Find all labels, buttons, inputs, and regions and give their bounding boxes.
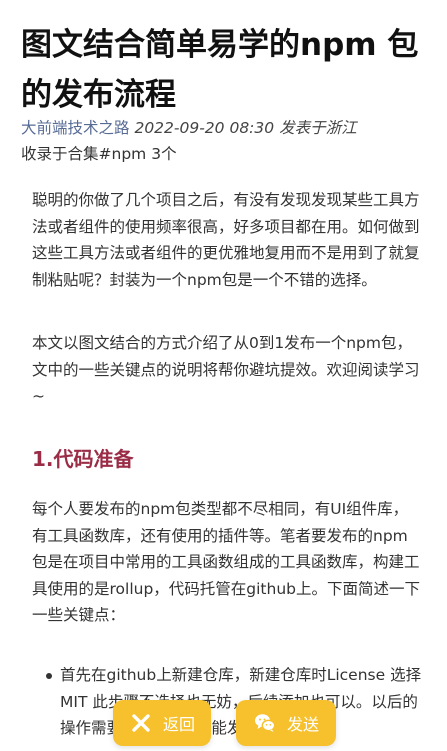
- back-button[interactable]: 返回: [113, 700, 211, 746]
- collection-prefix: 收录于合集: [21, 145, 99, 163]
- section-heading: 1.代码准备: [32, 447, 134, 471]
- send-button[interactable]: 发送: [236, 700, 336, 746]
- intro-paragraph-1: 聪明的你做了几个项目之后，有没有发现发现某些工具方法或者组件的使用频率很高，好多…: [32, 191, 420, 289]
- article-meta: 大前端技术之路 2022-09-20 08:30 发表于浙江: [21, 116, 441, 140]
- bullet-list: 首先在github上新建仓库，新建仓库时License 选择MIT 此步骤不选择…: [32, 662, 422, 742]
- article-title: 图文结合简单易学的npm 包的发布流程: [21, 27, 419, 113]
- intro-paragraph-2: 本文以图文结合的方式介绍了从0到1发布一个npm包，文中的一些关键点的说明将帮你…: [32, 334, 420, 405]
- list-item: 首先在github上新建仓库，新建仓库时License 选择MIT 此步骤不选择…: [32, 662, 422, 742]
- collection-count: 3个: [151, 145, 177, 163]
- back-button-label: 返回: [162, 715, 195, 734]
- send-button-label: 发送: [286, 715, 319, 734]
- wechat-icon: [254, 714, 276, 732]
- article: 图文结合简单易学的npm 包的发布流程 大前端技术之路 2022-09-20 0…: [0, 0, 447, 751]
- close-x-icon: [132, 714, 150, 732]
- collection-tag[interactable]: #npm: [99, 145, 147, 163]
- bullet-dot-icon: [46, 673, 52, 679]
- section-paragraph: 每个人要发布的npm包类型都不尽相同，有UI组件库，有工具函数库，还有使用的插件…: [32, 500, 421, 624]
- publish-date: 2022-09-20 08:30: [134, 119, 275, 137]
- collection-info[interactable]: 收录于合集#npm 3个: [21, 142, 177, 166]
- account-name-link[interactable]: 大前端技术之路: [21, 119, 130, 137]
- publish-location: 发表于浙江: [279, 119, 357, 137]
